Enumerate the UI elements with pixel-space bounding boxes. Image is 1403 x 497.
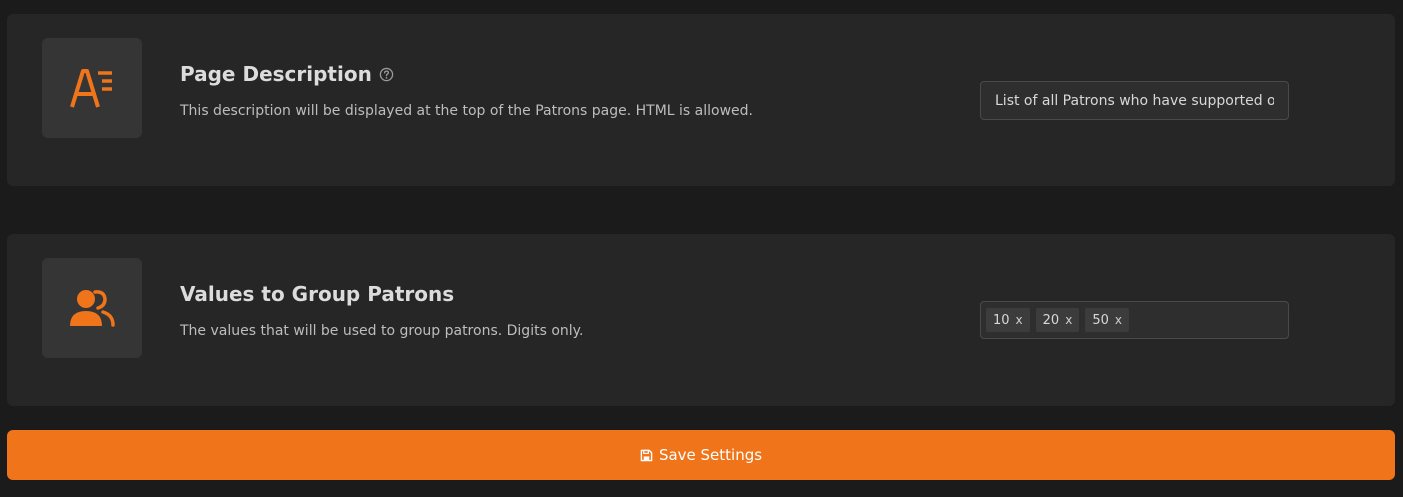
setting-title: Values to Group Patrons bbox=[180, 282, 454, 306]
group-values-setting: Values to Group Patrons The values that … bbox=[7, 234, 1395, 406]
remove-tag-button[interactable]: x bbox=[1065, 313, 1072, 327]
setting-title-text: Values to Group Patrons bbox=[180, 282, 455, 306]
setting-description: This description will be displayed at th… bbox=[180, 103, 753, 119]
floppy-disk-icon bbox=[640, 449, 653, 462]
save-settings-button[interactable]: Save Settings bbox=[7, 430, 1395, 480]
tag-label: 20 bbox=[1042, 312, 1060, 328]
setting-title-text: Page Description bbox=[180, 62, 372, 86]
value-tag: 20 x bbox=[1035, 308, 1080, 332]
users-icon bbox=[42, 258, 142, 358]
tag-label: 10 bbox=[993, 312, 1010, 328]
setting-title: Page Description bbox=[180, 62, 394, 86]
setting-description: The values that will be used to group pa… bbox=[180, 323, 584, 339]
page-description-input[interactable] bbox=[980, 81, 1289, 120]
question-circle-icon[interactable] bbox=[379, 67, 394, 82]
text-format-icon bbox=[42, 38, 142, 138]
remove-tag-button[interactable]: x bbox=[1115, 313, 1122, 327]
group-values-tags-input[interactable]: 10 x 20 x 50 x bbox=[980, 301, 1289, 339]
value-tag: 10 x bbox=[986, 308, 1030, 332]
value-tag: 50 x bbox=[1085, 308, 1129, 332]
page-description-setting: Page Description This description will b… bbox=[7, 14, 1395, 186]
save-button-label: Save Settings bbox=[658, 446, 763, 464]
remove-tag-button[interactable]: x bbox=[1016, 313, 1023, 327]
tag-label: 50 bbox=[1092, 312, 1109, 328]
